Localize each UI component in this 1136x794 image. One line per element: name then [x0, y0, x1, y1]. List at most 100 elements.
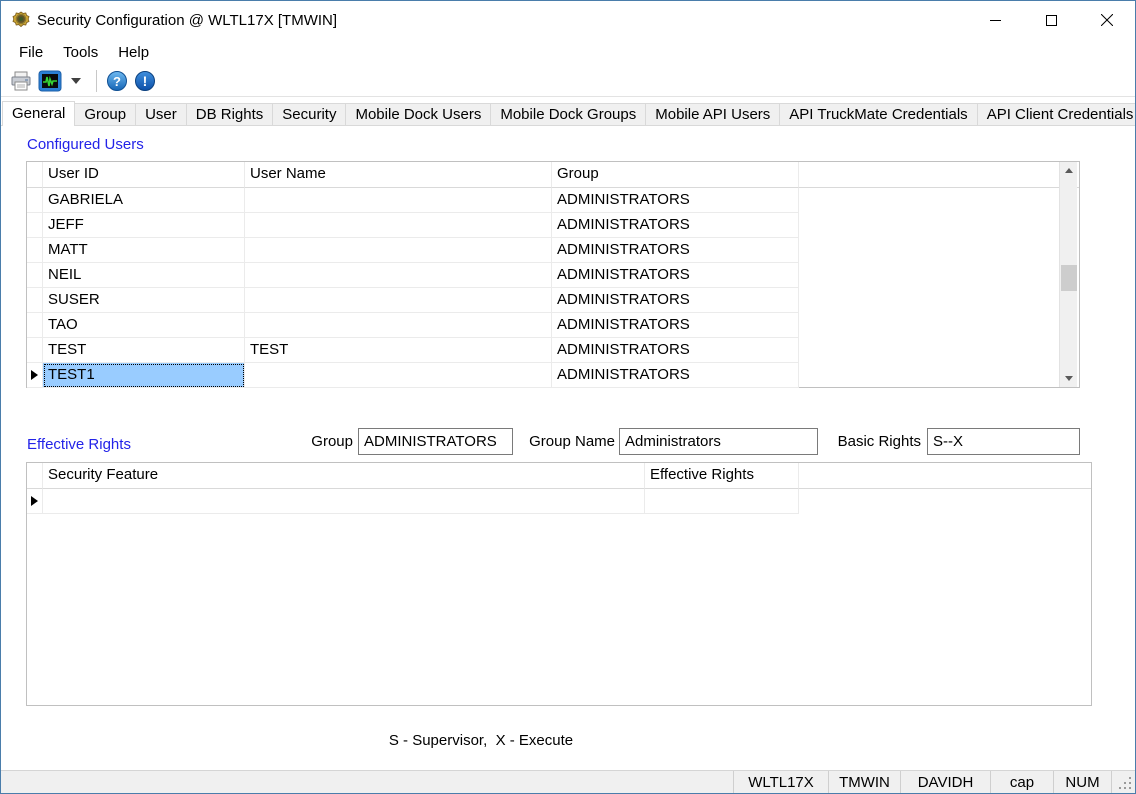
configured-users-label: Configured Users	[27, 136, 144, 153]
table-row[interactable]: NEIL ADMINISTRATORS	[27, 263, 1079, 288]
security-configuration-window: Security Configuration @ WLTL17X [TMWIN]…	[0, 0, 1136, 794]
cell-group[interactable]: ADMINISTRATORS	[552, 338, 799, 363]
status-spacer	[1, 771, 733, 793]
cell-group[interactable]: ADMINISTRATORS	[552, 263, 799, 288]
status-capslock: cap	[990, 771, 1053, 793]
tab-general[interactable]: General	[2, 101, 76, 126]
cell-user-name[interactable]	[245, 363, 552, 388]
scrollbar-thumb[interactable]	[1061, 265, 1077, 291]
window-title: Security Configuration @ WLTL17X [TMWIN]	[37, 11, 338, 29]
status-bar: WLTL17X TMWIN DAVIDH cap NUM	[1, 770, 1135, 793]
row-marker-cell	[27, 188, 43, 213]
header-marker-cell	[27, 162, 43, 188]
cell-user-id[interactable]: SUSER	[43, 288, 245, 313]
header-filler	[799, 162, 1079, 188]
current-row-arrow-icon	[31, 496, 38, 506]
printer-icon	[11, 71, 31, 91]
row-marker-cell	[27, 238, 43, 263]
cell-group[interactable]: ADMINISTRATORS	[552, 288, 799, 313]
tab-mobile-dock-groups[interactable]: Mobile Dock Groups	[490, 103, 647, 125]
table-row[interactable]: SUSER ADMINISTRATORS	[27, 288, 1079, 313]
rights-legend: S - Supervisor, X - Execute	[388, 732, 574, 749]
cell-user-name[interactable]	[245, 313, 552, 338]
column-header-user-id[interactable]: User ID	[43, 162, 245, 188]
cell-group[interactable]: ADMINISTRATORS	[552, 313, 799, 338]
minimize-button[interactable]	[967, 1, 1023, 39]
scroll-up-button[interactable]	[1060, 162, 1078, 179]
scroll-down-arrow-icon	[1065, 376, 1073, 381]
tab-mobile-api-users[interactable]: Mobile API Users	[645, 103, 781, 125]
maximize-button[interactable]	[1023, 1, 1079, 39]
group-field-input[interactable]: ADMINISTRATORS	[358, 428, 513, 455]
print-button[interactable]	[7, 68, 35, 94]
cell-security-feature[interactable]	[43, 489, 645, 514]
column-header-effective-rights[interactable]: Effective Rights	[645, 463, 799, 489]
group-field-label: Group	[311, 433, 353, 450]
dropdown-arrow-icon	[71, 78, 81, 84]
resize-grip[interactable]	[1111, 771, 1135, 793]
cell-user-id[interactable]: NEIL	[43, 263, 245, 288]
column-header-group[interactable]: Group	[552, 162, 799, 188]
activity-monitor-dropdown[interactable]	[65, 68, 90, 94]
cell-user-id[interactable]: TEST	[43, 338, 245, 363]
cell-group[interactable]: ADMINISTRATORS	[552, 213, 799, 238]
table-row[interactable]: JEFF ADMINISTRATORS	[27, 213, 1079, 238]
effective-rights-table: Security Feature Effective Rights	[26, 462, 1092, 706]
maximize-icon	[1045, 14, 1057, 26]
vertical-scrollbar[interactable]	[1059, 162, 1077, 387]
activity-monitor-button[interactable]	[35, 68, 65, 94]
table-row[interactable]: MATT ADMINISTRATORS	[27, 238, 1079, 263]
tab-api-client-credentials[interactable]: API Client Credentials	[976, 103, 1135, 125]
tab-db-rights[interactable]: DB Rights	[185, 103, 274, 125]
scroll-up-arrow-icon	[1065, 168, 1073, 173]
table-row-selected[interactable]: TEST1 ADMINISTRATORS	[27, 363, 1079, 388]
cell-effective-rights[interactable]	[645, 489, 799, 514]
cell-user-name[interactable]	[245, 263, 552, 288]
info-button[interactable]: !	[131, 68, 159, 94]
status-host: WLTL17X	[733, 771, 828, 793]
column-header-user-name[interactable]: User Name	[245, 162, 552, 188]
help-button[interactable]: ?	[103, 68, 131, 94]
basic-rights-field-label: Basic Rights	[837, 433, 921, 450]
row-marker-cell	[27, 363, 43, 388]
cell-group[interactable]: ADMINISTRATORS	[552, 238, 799, 263]
svg-text:!: !	[143, 73, 148, 89]
cell-user-id[interactable]: TAO	[43, 313, 245, 338]
cell-group[interactable]: ADMINISTRATORS	[552, 188, 799, 213]
cell-user-name[interactable]	[245, 213, 552, 238]
table-row-empty[interactable]	[27, 489, 1091, 514]
cell-user-id[interactable]: JEFF	[43, 213, 245, 238]
tab-user[interactable]: User	[135, 103, 187, 125]
tab-mobile-dock-users[interactable]: Mobile Dock Users	[345, 103, 492, 125]
cell-user-id[interactable]: MATT	[43, 238, 245, 263]
cell-user-name[interactable]	[245, 238, 552, 263]
column-header-security-feature[interactable]: Security Feature	[43, 463, 645, 489]
basic-rights-field-input[interactable]: S--X	[927, 428, 1080, 455]
group-name-field-input[interactable]: Administrators	[619, 428, 818, 455]
table-row[interactable]: TEST TEST ADMINISTRATORS	[27, 338, 1079, 363]
cell-user-name[interactable]	[245, 288, 552, 313]
status-database: TMWIN	[828, 771, 900, 793]
cell-user-name[interactable]: TEST	[245, 338, 552, 363]
menu-file[interactable]: File	[9, 41, 53, 64]
menu-help[interactable]: Help	[108, 41, 159, 64]
minimize-icon	[989, 19, 1001, 21]
cell-group[interactable]: ADMINISTRATORS	[552, 363, 799, 388]
tab-api-truckmate-credentials[interactable]: API TruckMate Credentials	[779, 103, 978, 125]
table-row[interactable]: TAO ADMINISTRATORS	[27, 313, 1079, 338]
tab-security[interactable]: Security	[272, 103, 347, 125]
current-row-arrow-icon	[31, 370, 38, 380]
cell-user-name[interactable]	[245, 188, 552, 213]
close-button[interactable]	[1079, 1, 1135, 39]
tab-group[interactable]: Group	[74, 103, 137, 125]
menu-tools[interactable]: Tools	[53, 41, 108, 64]
row-marker-cell	[27, 489, 43, 514]
cell-user-id[interactable]: GABRIELA	[43, 188, 245, 213]
table-row[interactable]: GABRIELA ADMINISTRATORS	[27, 188, 1079, 213]
header-marker-cell	[27, 463, 43, 489]
cell-user-id-selected[interactable]: TEST1	[43, 363, 245, 388]
scroll-down-button[interactable]	[1060, 370, 1078, 387]
info-icon: !	[135, 71, 155, 91]
row-marker-cell	[27, 338, 43, 363]
status-numlock: NUM	[1053, 771, 1111, 793]
